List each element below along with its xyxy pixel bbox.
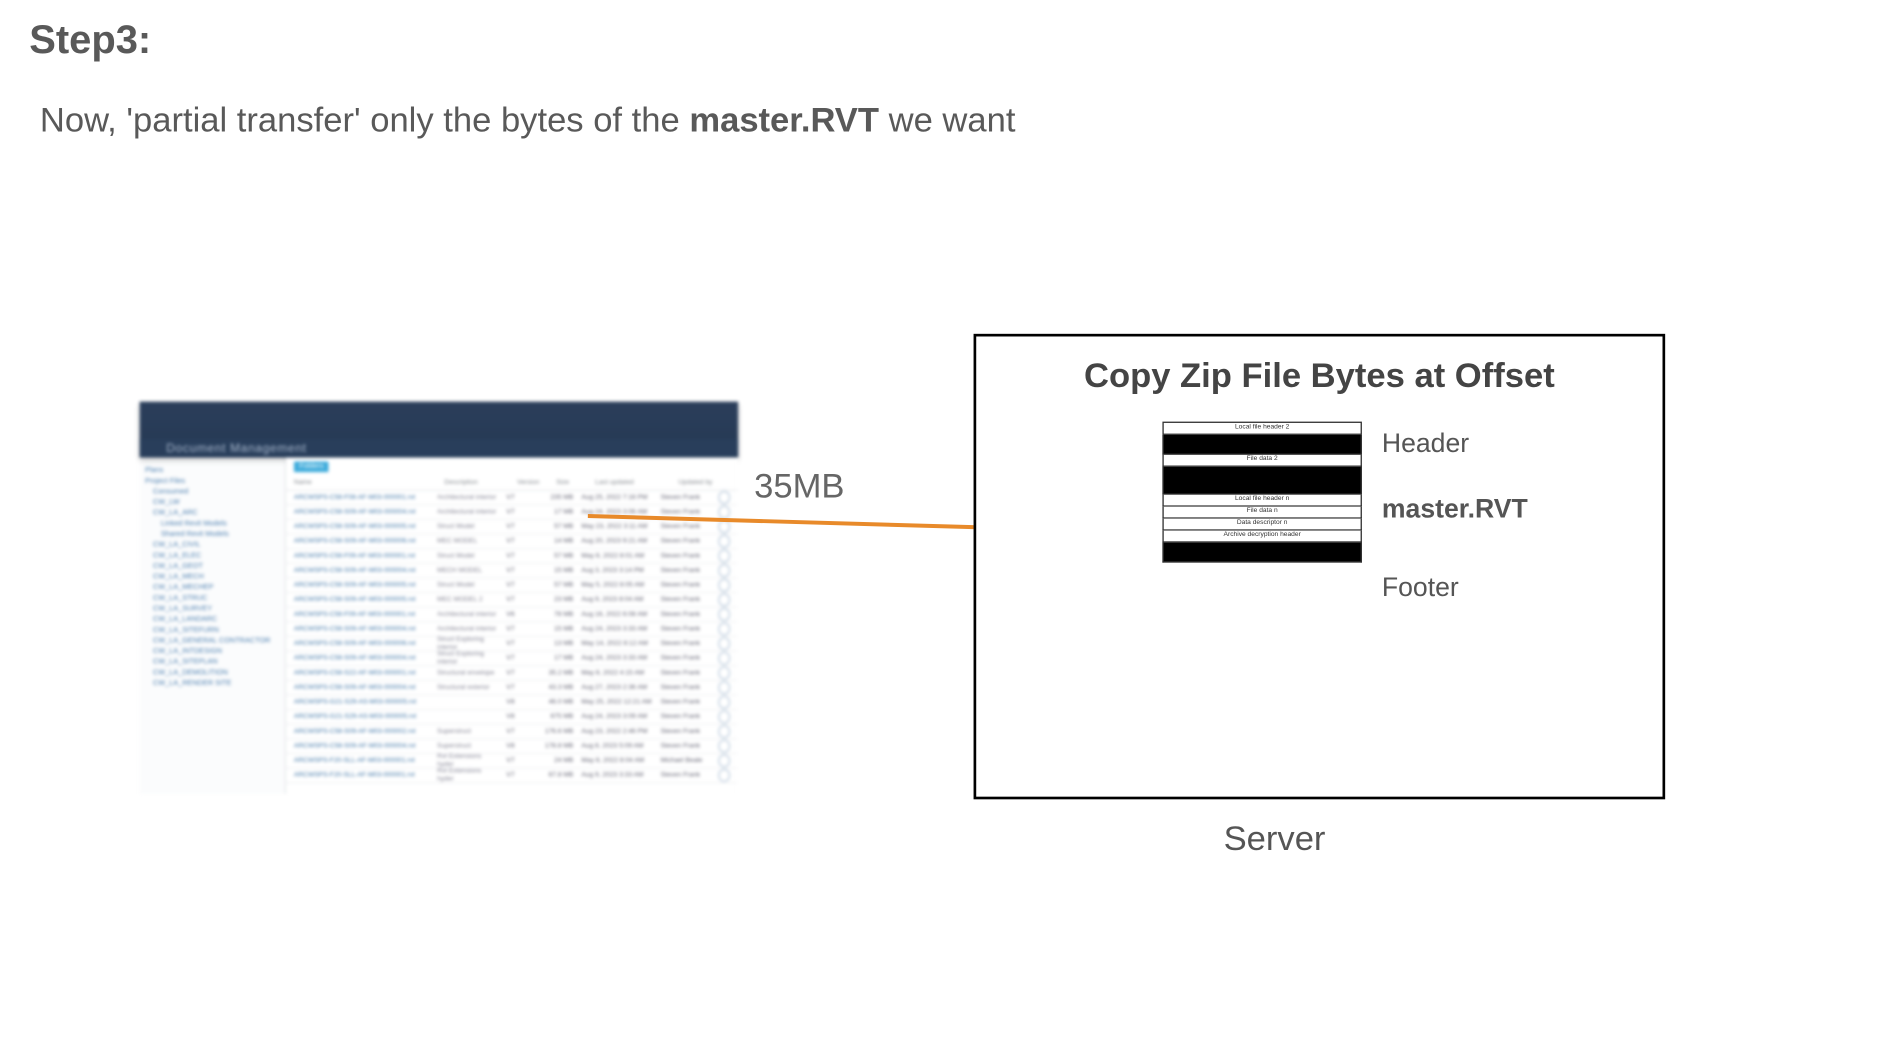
table-row: ARCWSPS-F20-SLL-AF-M03-000001.rvtRvt Ext…	[286, 769, 738, 784]
table-row: ARCWSPS-C58-S09-AF-M03-000004.rvtArchite…	[286, 505, 738, 520]
subtitle-bold: master.RVT	[689, 100, 879, 140]
tree-item: CW_LA_MECH	[145, 572, 279, 583]
table-row: ARCWSPS-C58-F09-AF-M03-000001.rvtStruct …	[286, 549, 738, 564]
step-title: Step3:	[29, 19, 151, 64]
table-row: ARCWSPS-C58-F09-AF-M03-000001.rvtArchite…	[286, 608, 738, 623]
tree-item: CW_LA_STRUC	[145, 593, 279, 604]
tree-item: CW_LA_DEMOLITION	[145, 668, 279, 679]
tree-item: CW_LA_CIVIL	[145, 540, 279, 551]
table-row: ARCWSPS-C58-S09-AF-M03-000004.rvtSuperst…	[286, 739, 738, 754]
tree-item: Plans	[145, 466, 279, 477]
table-row: ARCWSPS-C58-S09-AF-M03-000004.rvtStruct …	[286, 652, 738, 667]
subtitle-suffix: we want	[879, 100, 1015, 140]
tree-item: CW_LA_ELEC	[145, 551, 279, 562]
col-description: Description	[444, 479, 509, 487]
tree-item: CW_LA_GEOT	[145, 561, 279, 572]
tab-folders: Folders	[294, 462, 329, 473]
zip-row-local-header-n: Local file header n	[1162, 495, 1362, 507]
tree-item: Consumed	[145, 487, 279, 498]
app-content: Folders Name Description Version Size La…	[286, 458, 738, 794]
server-box: Copy Zip File Bytes at Offset Local file…	[974, 334, 1666, 800]
zip-row-local-header-2: Local file header 2	[1162, 422, 1362, 435]
zip-row-footer-block	[1162, 543, 1362, 563]
zip-row-file-data-2: File data 2	[1162, 455, 1362, 467]
tree-item: Shared Revit Models	[145, 529, 279, 540]
subtitle: Now, 'partial transfer' only the bytes o…	[40, 100, 1016, 141]
table-row: ARCWSPS-C58-S09-AF-M03-000004.rvtMECH MO…	[286, 564, 738, 579]
table-row: ARCWSPS-G21-S29-AS-M03-000005.rvtV846.0 …	[286, 696, 738, 711]
zip-row-file-data-n: File data n	[1162, 507, 1362, 519]
table-row: ARCWSPS-C58-S09-AF-M03-000002.rvtSuperst…	[286, 725, 738, 740]
subtitle-prefix: Now, 'partial transfer' only the bytes o…	[40, 100, 689, 140]
table-row: ARCWSPS-C58-S09-AF-M03-000005.rvtMEC MOD…	[286, 593, 738, 608]
table-row: ARCWSPS-G21-S29-AS-M03-000005.rvtV8675 M…	[286, 710, 738, 725]
zip-row-master-block	[1162, 467, 1362, 495]
tree-item: CW_LA_SURVEY	[145, 604, 279, 615]
table-row: ARCWSPS-C58-S09-AF-M03-000005.rvtStruct …	[286, 520, 738, 535]
app-sidebar: PlansProject FilesConsumedCW_LWCW_LA_ARC…	[140, 458, 286, 794]
tree-item: Project Files	[145, 476, 279, 487]
tree-item: CW_LA_ARC	[145, 508, 279, 519]
source-app-screenshot: Document Management PlansProject FilesCo…	[140, 402, 739, 794]
zip-label-master: master.RVT	[1382, 495, 1528, 526]
tree-item: CW_LA_SITEPLAN	[145, 657, 279, 668]
table-row: ARCWSPS-C58-S09-AF-M03-000006.rvtStruct …	[286, 637, 738, 652]
col-name: Name	[294, 479, 436, 487]
table-row: ARCWSPS-C58-S09-AF-M03-000006.rvtMEC MOD…	[286, 535, 738, 550]
table-row: ARCWSPS-C58-S09-AF-M03-000005.rvtStruct …	[286, 579, 738, 594]
tree-item: CW_LA_GENERAL CONTRACTOR	[145, 636, 279, 647]
tree-item: CW_LA_INTDESIGN	[145, 646, 279, 657]
zip-structure-diagram: Local file header 2 File data 2 Local fi…	[1162, 422, 1362, 563]
server-caption: Server	[1224, 818, 1326, 859]
column-headers: Name Description Version Size Last updat…	[286, 476, 738, 491]
zip-labels: Header master.RVT Footer	[1382, 430, 1528, 604]
tree-item: CW_LA_SITEFURN	[145, 625, 279, 636]
table-row: ARCWSPS-C58-S22-AF-M03-000001.rvtStructu…	[286, 666, 738, 681]
tree-item: CW_LA_LANDARC	[145, 614, 279, 625]
tree-item: CW_LA_MECHEP	[145, 583, 279, 594]
col-last-updated: Last updated	[595, 479, 670, 487]
app-header: Document Management	[140, 402, 739, 458]
tree-item: CW_LA_RENDER SITE	[145, 678, 279, 689]
server-box-title: Copy Zip File Bytes at Offset	[976, 355, 1662, 396]
zip-row-header-block	[1162, 435, 1362, 455]
app-header-title: Document Management	[166, 442, 306, 455]
tree-item: CW_LW	[145, 497, 279, 508]
zip-label-footer: Footer	[1382, 573, 1528, 604]
col-version: Version	[517, 479, 548, 487]
table-row: ARCWSPS-C58-S09-AF-M03-000004.rvtArchite…	[286, 622, 738, 637]
transfer-size-label: 35MB	[754, 466, 844, 507]
table-row: ARCWSPS-F20-SLL-AF-M03-000001.rvtRvt Ext…	[286, 754, 738, 769]
zip-row-archive-header: Archive decryption header	[1162, 531, 1362, 543]
col-updated-by: Updated by	[678, 479, 730, 487]
tree-item: Linked Revit Models	[145, 519, 279, 530]
zip-label-header: Header	[1382, 430, 1528, 461]
table-row: ARCWSPS-C58-S09-AF-M03-000004.rvtStructu…	[286, 681, 738, 696]
col-size: Size	[556, 479, 587, 487]
zip-row-data-descriptor-n: Data descriptor n	[1162, 519, 1362, 531]
table-row: ARCWSPS-C58-F08-AF-M03-000001.rvtArchite…	[286, 491, 738, 506]
